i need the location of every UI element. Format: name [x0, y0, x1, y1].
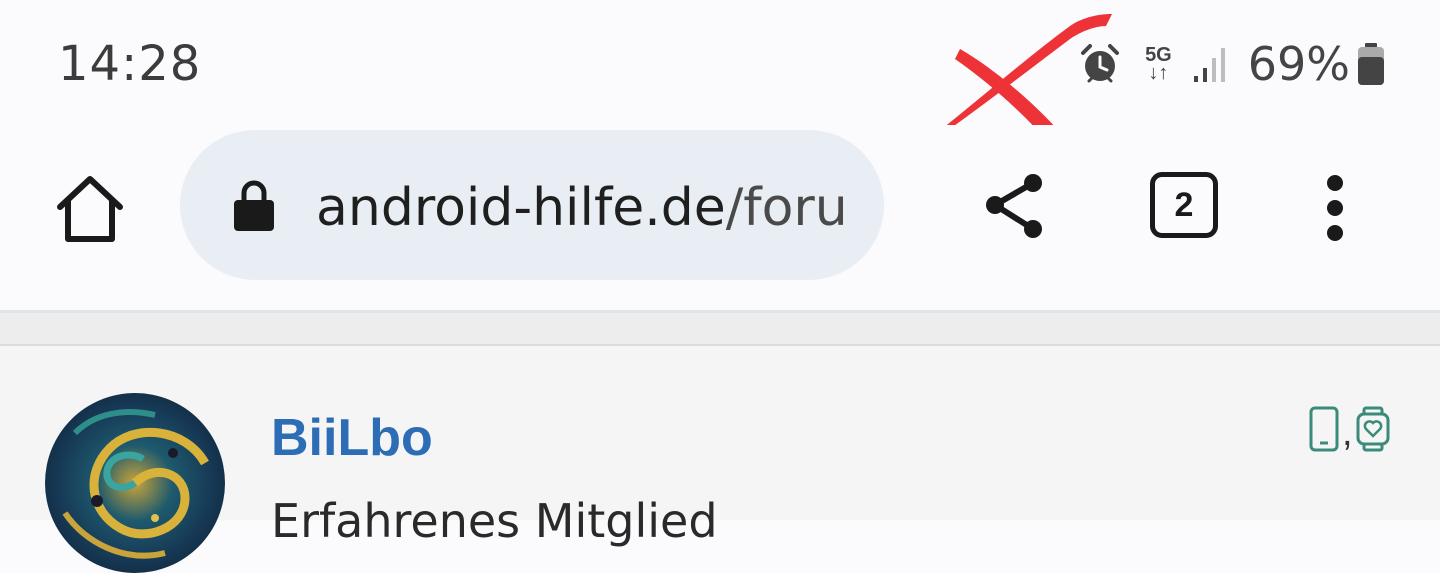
page-divider — [0, 310, 1440, 346]
smartwatch-icon[interactable] — [1355, 406, 1391, 452]
battery-percent: 69% — [1247, 37, 1350, 91]
author-devices: , — [1308, 406, 1391, 452]
network-activity-arrows: ↓↑ — [1148, 62, 1169, 84]
device-separator: , — [1342, 412, 1353, 454]
status-icons: 5G ↓↑ 69% — [1079, 34, 1386, 94]
url-path: /foru — [725, 178, 848, 238]
more-vert-icon — [1327, 175, 1343, 241]
share-icon — [986, 174, 1042, 238]
home-button[interactable] — [52, 173, 128, 245]
alarm-icon — [1079, 43, 1121, 85]
status-bar: 14:28 5G ↓↑ 69% — [0, 0, 1440, 142]
avatar[interactable] — [45, 393, 225, 573]
tab-count: 2 — [1174, 186, 1194, 224]
lock-icon — [234, 180, 274, 237]
tabs-button[interactable]: 2 — [1150, 172, 1218, 238]
address-bar[interactable]: android-hilfe.de/foru — [180, 130, 884, 280]
share-button[interactable] — [983, 173, 1049, 239]
status-clock: 14:28 — [58, 36, 202, 92]
post-author-name[interactable]: BiiLbo — [271, 408, 433, 468]
url-domain: android-hilfe.de — [316, 178, 726, 238]
browser-toolbar: android-hilfe.de/foru 2 — [0, 125, 1440, 310]
author-rank: Erfahrenes Mitglied — [271, 494, 718, 548]
more-options-button[interactable] — [1318, 175, 1352, 241]
network-5g-icon: 5G ↓↑ — [1145, 45, 1172, 84]
signal-icon — [1192, 44, 1232, 84]
home-icon — [57, 176, 123, 242]
forum-post: BiiLbo Erfahrenes Mitglied , — [0, 346, 1440, 573]
battery-icon — [1356, 42, 1386, 86]
url-text: android-hilfe.de/foru — [316, 178, 856, 238]
smartphone-icon[interactable] — [1308, 406, 1340, 452]
